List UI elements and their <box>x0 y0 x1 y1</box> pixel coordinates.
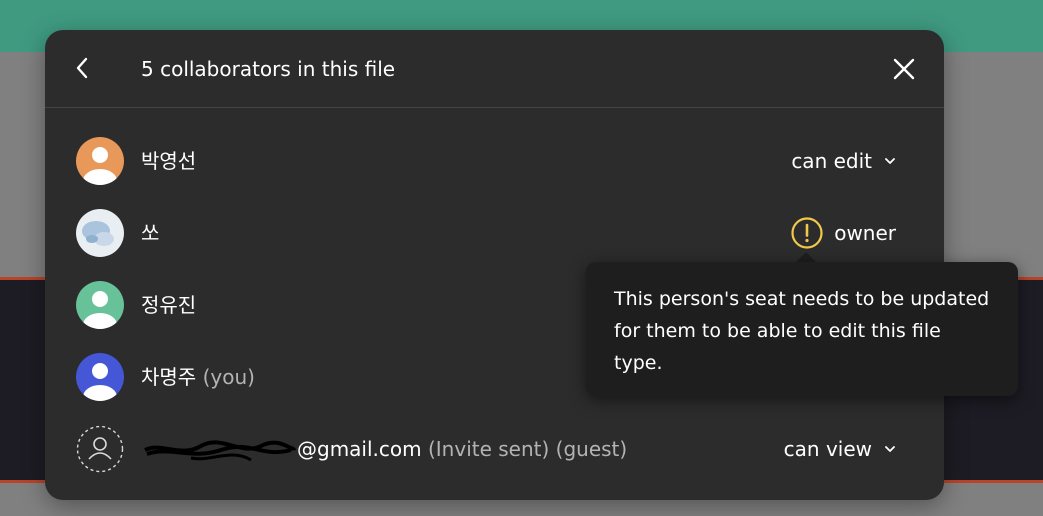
collaborator-name: 쏘 <box>141 221 160 245</box>
avatar <box>76 137 124 185</box>
invitee-email: @gmail.com (Invite sent) (guest) <box>141 436 627 464</box>
user-silhouette-icon <box>76 137 124 185</box>
exclamation-circle-icon[interactable] <box>790 216 824 250</box>
redaction-scribble <box>144 439 297 461</box>
avatar <box>76 209 124 257</box>
permission-label: can view <box>783 437 872 461</box>
avatar <box>76 425 124 473</box>
email-domain: @gmail.com <box>297 437 422 461</box>
close-button[interactable] <box>889 54 919 84</box>
chevron-down-icon <box>885 446 895 452</box>
collaborator-name-text: 차명주 <box>141 365 197 389</box>
seat-warning-tooltip: This person's seat needs to be updated f… <box>586 262 1018 396</box>
avatar <box>76 353 124 401</box>
invite-status: (Invite sent) (guest) <box>427 437 628 461</box>
collaborator-name: 차명주 (you) <box>141 364 255 390</box>
photo-avatar-icon <box>76 209 124 257</box>
chevron-down-icon <box>885 158 895 164</box>
you-tag: (you) <box>202 365 255 389</box>
user-silhouette-icon <box>76 281 124 329</box>
permission-label: can edit <box>791 149 872 173</box>
permission-label: owner <box>834 221 896 245</box>
user-silhouette-icon <box>76 353 124 401</box>
guest-user-icon <box>76 425 124 473</box>
dialog-header: 5 collaborators in this file <box>45 30 944 108</box>
dialog-title: 5 collaborators in this file <box>141 57 396 81</box>
permission-dropdown[interactable]: can view <box>784 435 896 463</box>
collaborator-row: @gmail.com (Invite sent) (guest) can vie… <box>45 413 944 485</box>
back-button[interactable] <box>69 52 97 84</box>
collaborator-name: 정유진 <box>141 293 197 317</box>
close-icon <box>893 58 915 80</box>
permission-dropdown[interactable]: can edit <box>791 147 896 175</box>
chevron-left-icon <box>76 57 88 79</box>
avatar <box>76 281 124 329</box>
collaborator-row: 박영선 can edit <box>45 125 944 197</box>
owner-permission: owner <box>790 216 896 250</box>
collaborator-name: 박영선 <box>141 149 197 173</box>
